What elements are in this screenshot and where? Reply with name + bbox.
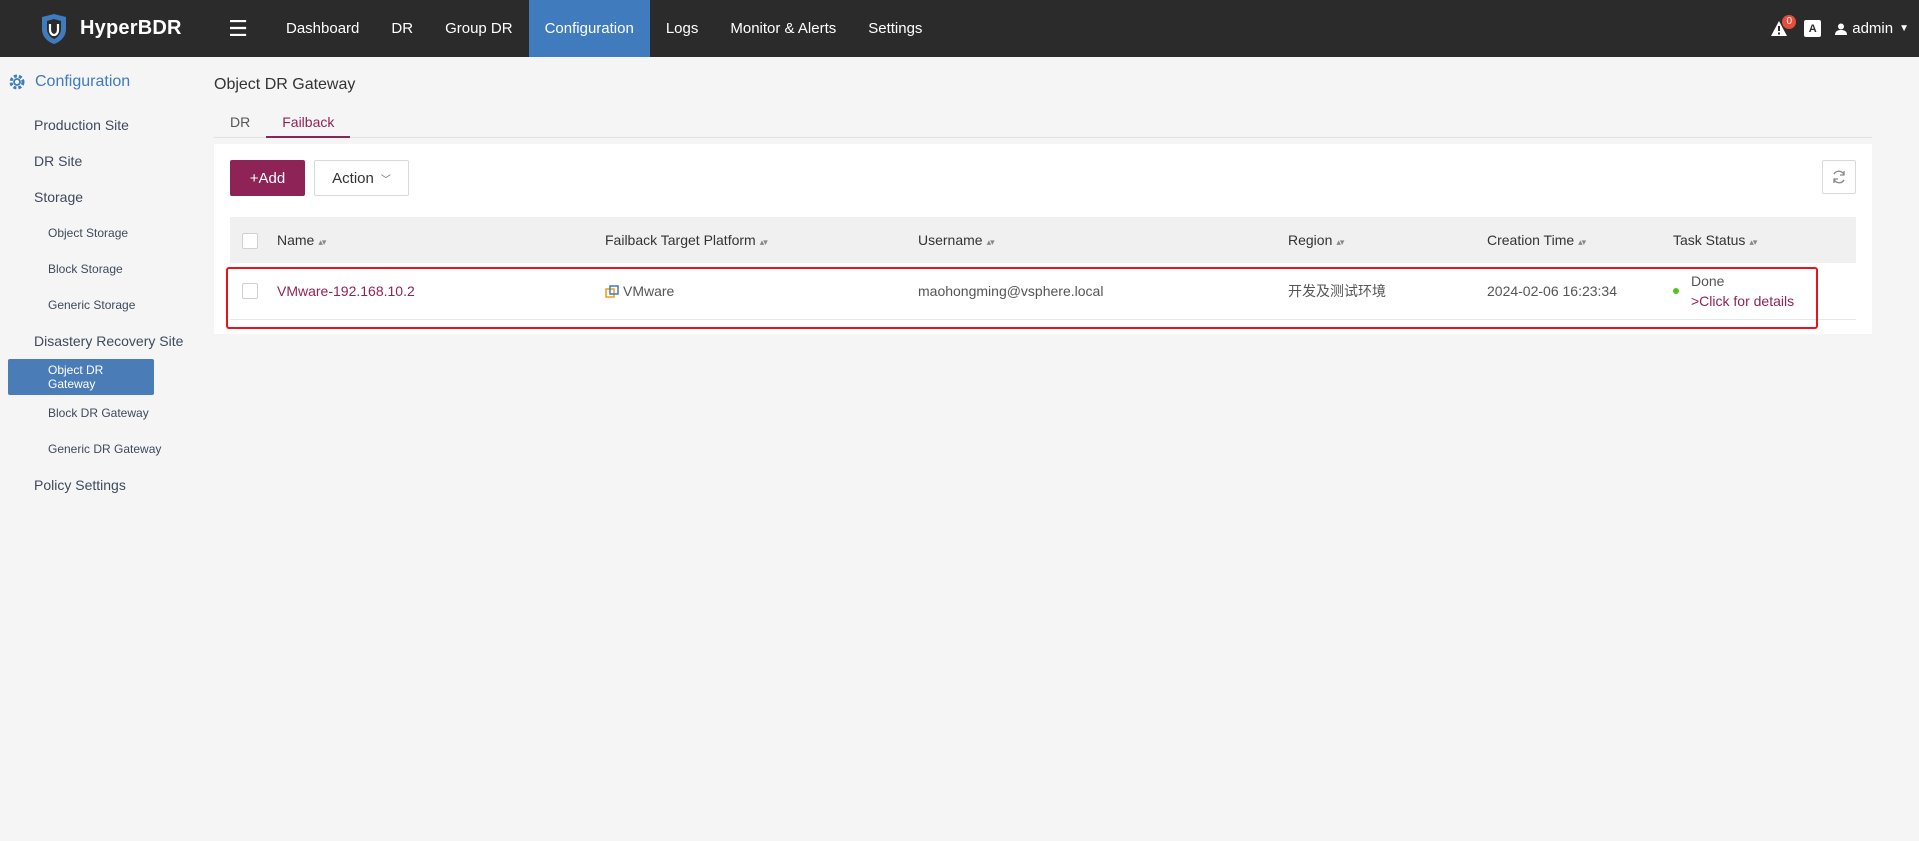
refresh-button[interactable] <box>1822 160 1856 194</box>
user-menu[interactable]: admin ▼ <box>1835 20 1909 37</box>
nav-logs[interactable]: Logs <box>650 0 715 57</box>
table-row[interactable]: VMware-192.168.10.2 VMware maohongming@v… <box>230 263 1856 319</box>
column-header-region[interactable]: Region ▴▾ <box>1288 217 1487 263</box>
creation-time-value: 2024-02-06 16:23:34 <box>1487 282 1617 299</box>
column-header-task-status[interactable]: Task Status ▴▾ <box>1673 217 1856 263</box>
header-actions: 0 A admin ▼ <box>1764 0 1919 57</box>
sidebar: Configuration Production Site DR Site St… <box>0 57 200 841</box>
chevron-down-icon: ﹀ <box>380 174 391 186</box>
sidebar-item-policy-settings[interactable]: Policy Settings <box>0 467 200 503</box>
sidebar-item-block-dr-gateway[interactable]: Block DR Gateway <box>0 395 200 431</box>
tab-dr[interactable]: DR <box>214 112 266 138</box>
vmware-icon <box>605 285 619 298</box>
page-title: Object DR Gateway <box>214 76 356 93</box>
tabs: DR Failback <box>214 112 1872 138</box>
sort-icon: ▴▾ <box>986 237 995 247</box>
sort-icon: ▴▾ <box>318 237 326 247</box>
logo[interactable]: HyperBDR <box>0 0 200 57</box>
nav-group-dr[interactable]: Group DR <box>429 0 529 57</box>
table-header-row: Name ▴▾ Failback Target Platform ▴▾ Userna… <box>230 217 1856 263</box>
gateway-table: Name ▴▾ Failback Target Platform ▴▾ Userna… <box>230 217 1856 320</box>
user-name: admin <box>1852 20 1894 37</box>
add-button[interactable]: +Add <box>230 160 305 196</box>
column-header-creation-time[interactable]: Creation Time ▴▾ <box>1487 217 1673 263</box>
chevron-down-icon: ▼ <box>1899 23 1909 34</box>
region-value: 开发及测试环境 <box>1288 282 1386 299</box>
username-value: maohongming@vsphere.local <box>918 282 1104 299</box>
language-icon[interactable]: A <box>1804 20 1822 37</box>
sidebar-item-storage[interactable]: Storage <box>0 179 200 215</box>
column-header-name[interactable]: Name ▴▾ <box>277 217 605 263</box>
app-name: HyperBDR <box>80 17 182 39</box>
nav-dashboard[interactable]: Dashboard <box>270 0 375 57</box>
sidebar-item-block-storage[interactable]: Block Storage <box>0 251 200 287</box>
sort-icon: ▴▾ <box>1578 237 1586 247</box>
nav-configuration[interactable]: Configuration <box>528 0 650 57</box>
status-value: Done <box>1691 272 1725 289</box>
status-details-link[interactable]: >Click for details <box>1691 293 1794 309</box>
sidebar-item-object-dr-gateway[interactable]: Object DR Gateway <box>8 359 154 395</box>
gateway-name-link[interactable]: VMware-192.168.10.2 <box>277 283 415 299</box>
user-icon <box>1835 23 1848 35</box>
nav-monitor-alerts[interactable]: Monitor & Alerts <box>714 0 852 57</box>
nav-dr[interactable]: DR <box>375 0 429 57</box>
main-content: Object DR Gateway DR Failback +Add Actio… <box>214 57 1872 334</box>
sidebar-item-generic-storage[interactable]: Generic Storage <box>0 287 200 323</box>
sidebar-section-configuration[interactable]: Configuration <box>0 57 200 107</box>
shield-logo-icon <box>38 13 70 45</box>
sidebar-section-label: Configuration <box>35 73 131 90</box>
sidebar-item-generic-dr-gateway[interactable]: Generic DR Gateway <box>0 431 200 467</box>
nav-settings[interactable]: Settings <box>852 0 938 57</box>
sidebar-item-disaster-recovery-site[interactable]: Disastery Recovery Site <box>0 323 200 359</box>
language-label: A <box>1808 22 1817 35</box>
toolbar: +Add Action ﹀ <box>230 160 409 196</box>
action-dropdown[interactable]: Action ﹀ <box>314 160 409 196</box>
sort-icon: ▴▾ <box>759 237 768 247</box>
refresh-icon <box>1833 170 1845 184</box>
status-dot-icon <box>1673 287 1679 294</box>
alert-button[interactable]: 0 <box>1764 14 1797 44</box>
top-bar: HyperBDR ☰ Dashboard DR Group DR Configu… <box>0 0 1919 57</box>
menu-toggle-icon[interactable]: ☰ <box>212 0 264 57</box>
gear-icon <box>9 74 25 90</box>
tab-failback[interactable]: Failback <box>266 112 351 138</box>
row-checkbox[interactable] <box>242 283 258 300</box>
sidebar-item-dr-site[interactable]: DR Site <box>0 143 200 179</box>
column-header-username[interactable]: Username ▴▾ <box>918 217 1288 263</box>
main-nav: Dashboard DR Group DR Configuration Logs… <box>270 0 938 57</box>
gateway-list-card: +Add Action ﹀ Name ▴▾ Failback Target Pl… <box>214 144 1872 334</box>
sort-icon: ▴▾ <box>1336 237 1344 247</box>
column-header-platform[interactable]: Failback Target Platform ▴▾ <box>605 217 918 263</box>
select-all-checkbox[interactable] <box>242 232 258 249</box>
platform-value: VMware <box>623 282 675 299</box>
sort-icon: ▴▾ <box>1749 237 1757 247</box>
alert-count-badge: 0 <box>1782 14 1797 29</box>
action-label: Action <box>332 169 374 187</box>
sidebar-item-production-site[interactable]: Production Site <box>0 107 200 143</box>
sidebar-item-object-storage[interactable]: Object Storage <box>0 215 200 251</box>
